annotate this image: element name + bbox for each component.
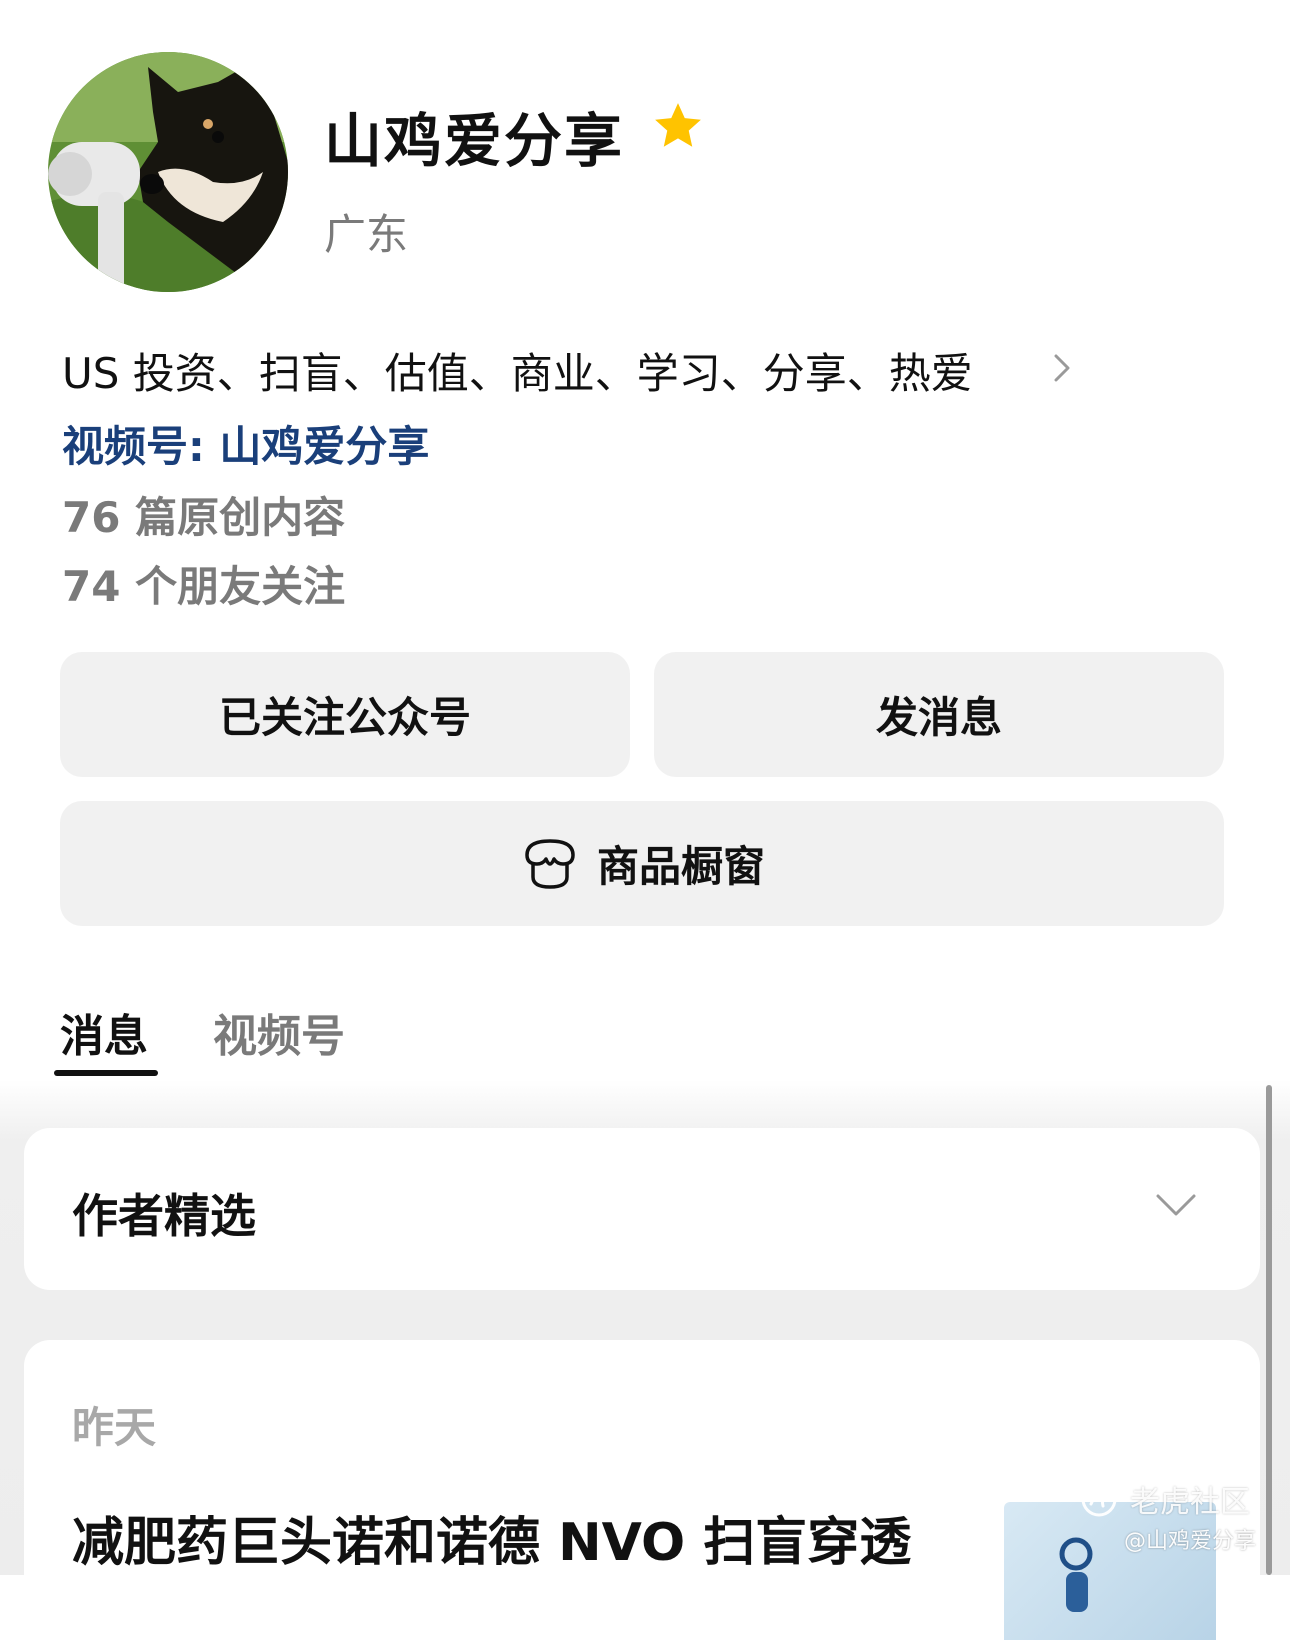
friends-following-count[interactable]: 74 个朋友关注 [62, 553, 345, 614]
bio-text[interactable]: US 投资、扫盲、估值、商业、学习、分享、热爱 [62, 340, 973, 401]
send-message-button[interactable]: 发消息 [654, 652, 1224, 777]
avatar-image [48, 52, 288, 292]
followed-account-label: 已关注公众号 [218, 693, 471, 742]
active-tab-indicator [54, 1070, 158, 1076]
shop-icon [525, 838, 575, 889]
watermark-handle: @山鸡爱分享 [1124, 1529, 1257, 1554]
send-message-label: 发消息 [875, 693, 1002, 742]
chevron-right-icon[interactable] [1050, 348, 1076, 388]
watermark: 老虎社区 [1080, 1477, 1250, 1521]
tiger-community-logo-icon [1081, 1481, 1117, 1517]
region-label: 广东 [324, 210, 409, 259]
author-picks-card[interactable]: 作者精选 [24, 1128, 1260, 1290]
account-name: 山鸡爱分享 [324, 107, 625, 175]
star-icon [655, 103, 701, 147]
author-picks-title: 作者精选 [72, 1189, 256, 1243]
channel-link[interactable]: 视频号: 山鸡爱分享 [62, 413, 429, 474]
followed-account-button[interactable]: 已关注公众号 [60, 652, 630, 777]
chevron-down-icon[interactable] [1154, 1190, 1198, 1220]
post-title[interactable]: 减肥药巨头诺和诺德 NVO 扫盲穿透 [72, 1500, 911, 1575]
product-showcase-label: 商品橱窗 [596, 842, 765, 891]
post-card[interactable]: 昨天 减肥药巨头诺和诺德 NVO 扫盲穿透 [24, 1340, 1260, 1640]
original-content-count[interactable]: 76 篇原创内容 [62, 484, 345, 545]
avatar[interactable] [48, 52, 288, 292]
watermark-brand: 老虎社区 [1130, 1485, 1250, 1520]
tab-messages[interactable]: 消息 [60, 1000, 148, 1064]
scrollbar[interactable] [1266, 1085, 1272, 1575]
post-date: 昨天 [72, 1403, 157, 1452]
tab-channels[interactable]: 视频号 [213, 1000, 345, 1064]
product-showcase-button[interactable]: 商品橱窗 [60, 801, 1224, 926]
